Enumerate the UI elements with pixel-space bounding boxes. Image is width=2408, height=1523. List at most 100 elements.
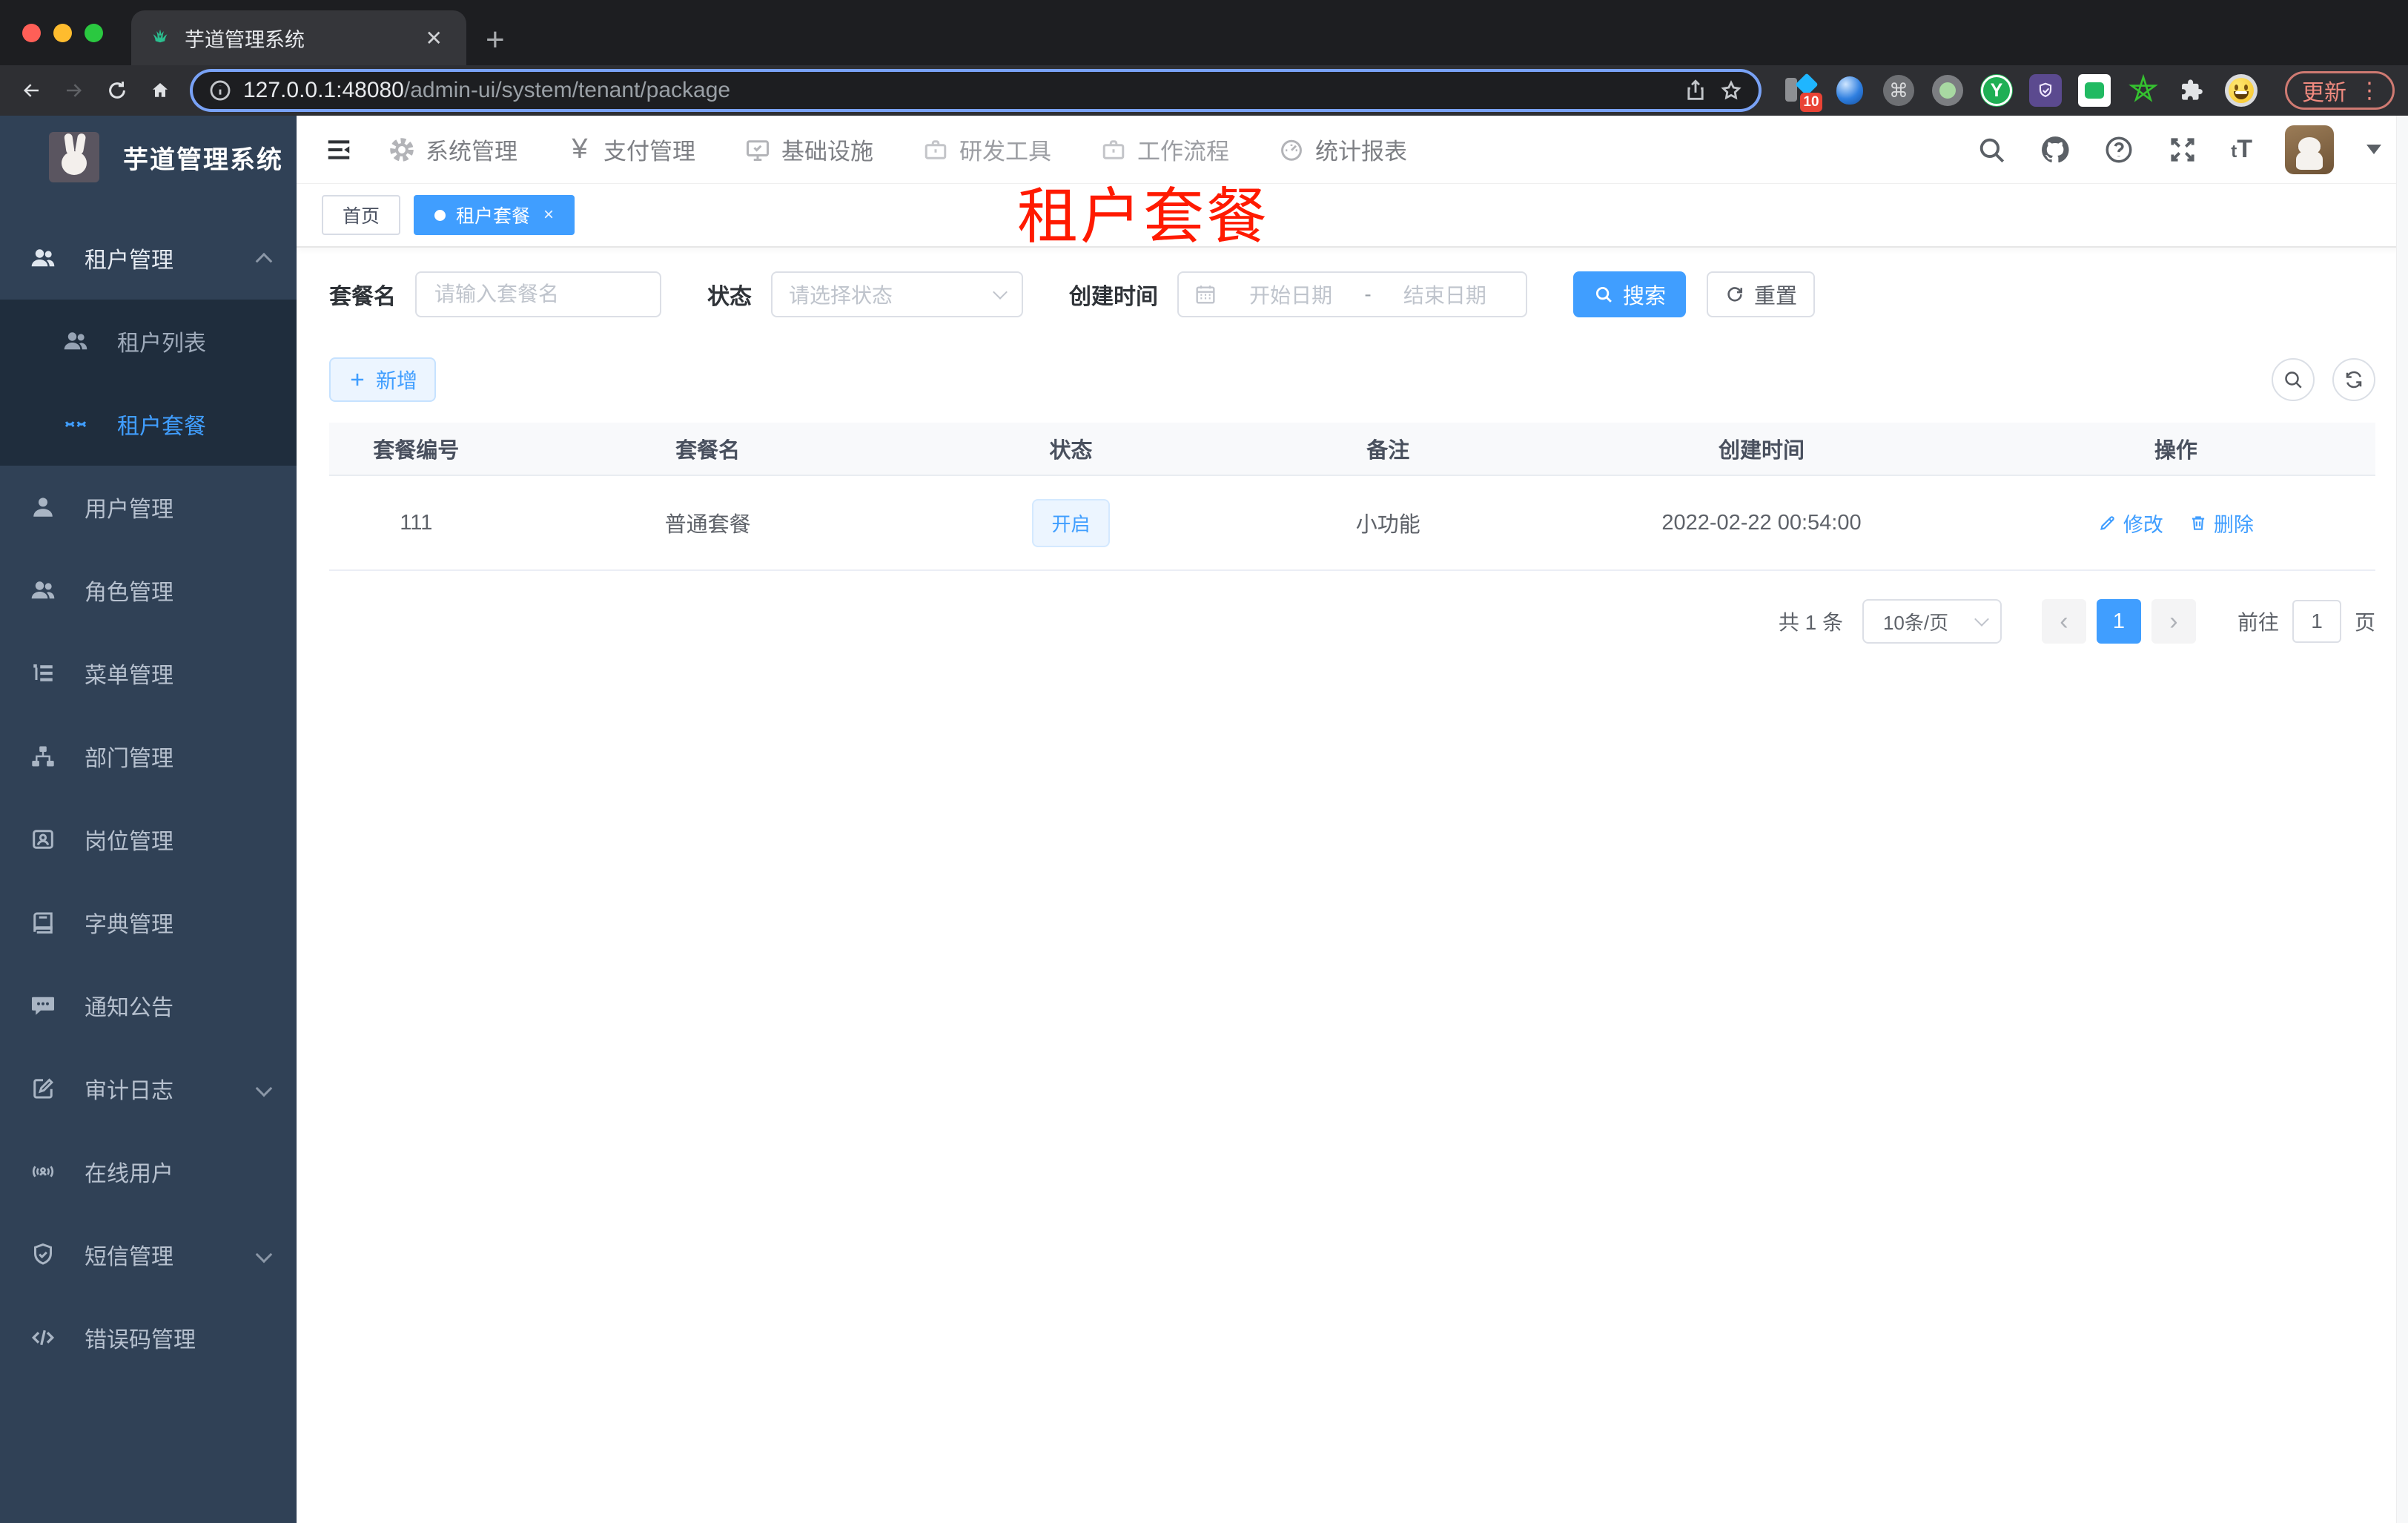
package-eyes-icon xyxy=(62,411,89,437)
tag-home[interactable]: 首页 xyxy=(322,195,401,235)
chrome-update-button[interactable]: 更新 ⋮ xyxy=(2285,71,2395,110)
status-placeholder: 请选择状态 xyxy=(789,284,893,307)
extensions-puzzle-icon[interactable] xyxy=(2175,73,2209,108)
name-filter-input[interactable] xyxy=(415,271,661,317)
date-filter-label: 创建时间 xyxy=(1069,285,1158,309)
nav-item-workflow[interactable]: 工作流程 xyxy=(1100,133,1229,166)
search-button[interactable]: 搜索 xyxy=(1573,271,1686,317)
sidebar-item-user-mgmt[interactable]: 用户管理 xyxy=(0,466,297,549)
nav-item-devtools[interactable]: 研发工具 xyxy=(922,133,1051,166)
sidebar-item-role-mgmt[interactable]: 角色管理 xyxy=(0,549,297,632)
profile-avatar-smiley[interactable] xyxy=(2224,73,2258,108)
search-icon[interactable] xyxy=(1976,134,2007,165)
sidebar-item-notice[interactable]: 通知公告 xyxy=(0,964,297,1047)
github-icon[interactable] xyxy=(2040,134,2071,165)
share-icon[interactable] xyxy=(1683,78,1708,103)
list-toolbar: 新增 xyxy=(329,357,2375,402)
screen: 芋道管理系统 ✕ + 127.0.0.1:48080/admin-ui/syst… xyxy=(0,0,2408,1523)
extension-shield-icon[interactable] xyxy=(2028,73,2063,108)
font-size-icon[interactable]: tT xyxy=(2231,135,2252,164)
extension-dot-icon[interactable] xyxy=(1931,73,1965,108)
extension-balloon-icon[interactable] xyxy=(1833,73,1867,108)
zoom-window-button[interactable] xyxy=(85,23,103,42)
address-bar[interactable]: 127.0.0.1:48080/admin-ui/system/tenant/p… xyxy=(193,72,1759,109)
goto-page-input[interactable] xyxy=(2292,600,2341,643)
tag-close-icon[interactable]: × xyxy=(543,205,554,225)
gauge-icon xyxy=(1278,136,1305,163)
sidebar-item-tenant-group[interactable]: 租户管理 xyxy=(0,217,297,300)
sidebar-item-sms-mgmt[interactable]: 短信管理 xyxy=(0,1213,297,1296)
extension-y-icon[interactable]: Y xyxy=(1979,73,2014,108)
new-tab-button[interactable]: + xyxy=(486,24,505,56)
close-window-button[interactable] xyxy=(22,23,41,42)
extension-command-icon[interactable]: ⌘ xyxy=(1882,73,1916,108)
sidebar-item-dict-mgmt[interactable]: 字典管理 xyxy=(0,881,297,964)
status-badge: 开启 xyxy=(1032,498,1110,547)
column-header: 备注 xyxy=(1366,439,1410,463)
delete-link[interactable]: 删除 xyxy=(2189,509,2254,538)
nav-item-infra[interactable]: 基础设施 xyxy=(744,133,873,166)
sidebar-logo[interactable]: 芋道管理系统 xyxy=(0,116,297,199)
edit-link[interactable]: 修改 xyxy=(2098,509,2163,538)
sidebar-item-post-mgmt[interactable]: 岗位管理 xyxy=(0,798,297,881)
browser-menu-icon[interactable]: ⋮ xyxy=(2354,78,2385,104)
reload-icon[interactable] xyxy=(99,73,135,108)
column-header: 套餐编号 xyxy=(373,439,460,463)
gear-icon xyxy=(388,136,415,163)
sidebar-item-audit-log[interactable]: 审计日志 xyxy=(0,1047,297,1130)
page-annotation-title: 租户套餐 xyxy=(1017,183,1270,251)
bookmark-star-icon[interactable] xyxy=(1719,78,1744,103)
nav-item-system[interactable]: 系统管理 xyxy=(388,133,517,166)
date-range-picker[interactable]: 开始日期 - 结束日期 xyxy=(1177,271,1527,317)
home-icon[interactable] xyxy=(142,73,178,108)
nav-label: 工作流程 xyxy=(1137,139,1229,165)
table-tools xyxy=(2272,358,2375,401)
sidebar-item-error-code[interactable]: 错误码管理 xyxy=(0,1296,297,1379)
user-icon xyxy=(30,494,56,521)
column-header: 套餐名 xyxy=(675,439,741,463)
sidebar-item-online-users[interactable]: 在线用户 xyxy=(0,1130,297,1213)
reset-button[interactable]: 重置 xyxy=(1707,271,1815,317)
chevron-down-icon xyxy=(993,285,1008,300)
plus-icon xyxy=(351,373,364,386)
status-filter-group: 请选择状态 xyxy=(771,271,1023,317)
nav-item-reports[interactable]: 统计报表 xyxy=(1278,133,1407,166)
status-select[interactable]: 请选择状态 xyxy=(771,271,1023,317)
extension-chat-icon[interactable] xyxy=(2077,73,2111,108)
page-size-select[interactable]: 10条/页 xyxy=(1862,599,2002,644)
scrollbar[interactable] xyxy=(2396,116,2408,1523)
extension-star-icon[interactable] xyxy=(2126,73,2160,108)
user-avatar[interactable] xyxy=(2285,125,2334,174)
refresh-table-button[interactable] xyxy=(2332,358,2375,401)
prev-page-button[interactable]: ‹ xyxy=(2041,599,2086,644)
sidebar-item-label: 错误码管理 xyxy=(85,1328,196,1352)
back-icon[interactable] xyxy=(13,73,49,108)
avatar-caret-icon[interactable] xyxy=(2366,145,2381,162)
table-row[interactable]: 111 普通套餐 开启 小功能 2022-02-22 00:54:00 修改 删… xyxy=(329,476,2375,571)
sidebar-item-tenant-list[interactable]: 租户列表 xyxy=(0,300,297,383)
next-page-button[interactable]: › xyxy=(2151,599,2196,644)
tag-tenant-package[interactable]: 租户套餐 × xyxy=(414,195,575,235)
tab-close-icon[interactable]: ✕ xyxy=(420,24,449,52)
tab-favicon-leaf-icon xyxy=(149,27,171,49)
fullscreen-icon[interactable] xyxy=(2167,134,2198,165)
collapse-sidebar-icon[interactable] xyxy=(323,136,354,164)
forward-icon[interactable] xyxy=(56,73,92,108)
tab-title: 芋道管理系统 xyxy=(185,28,305,51)
nav-item-payment[interactable]: ¥ 支付管理 xyxy=(566,133,695,166)
browser-tab[interactable]: 芋道管理系统 ✕ xyxy=(131,10,466,65)
dictionary-book-icon xyxy=(30,909,56,936)
add-button[interactable]: 新增 xyxy=(329,357,436,402)
show-search-toggle-button[interactable] xyxy=(2272,358,2315,401)
cell-status: 开启 xyxy=(913,498,1230,547)
minimize-window-button[interactable] xyxy=(53,23,72,42)
sidebar-item-dept-mgmt[interactable]: 部门管理 xyxy=(0,715,297,798)
current-page-button[interactable]: 1 xyxy=(2096,599,2141,644)
table-header-row: 套餐编号 套餐名 状态 备注 创建时间 操作 xyxy=(329,423,2375,476)
extension-dice-icon[interactable]: 10 xyxy=(1784,73,1822,112)
site-info-icon[interactable] xyxy=(208,78,233,103)
main-area: 租户套餐 系统管理 ¥ 支付管理 基础设施 研发工具 工作流程 统计报表 tT … xyxy=(297,116,2408,1523)
help-icon[interactable] xyxy=(2103,134,2134,165)
sidebar-item-menu-mgmt[interactable]: 菜单管理 xyxy=(0,632,297,715)
sidebar-item-tenant-package[interactable]: 租户套餐 xyxy=(0,383,297,466)
